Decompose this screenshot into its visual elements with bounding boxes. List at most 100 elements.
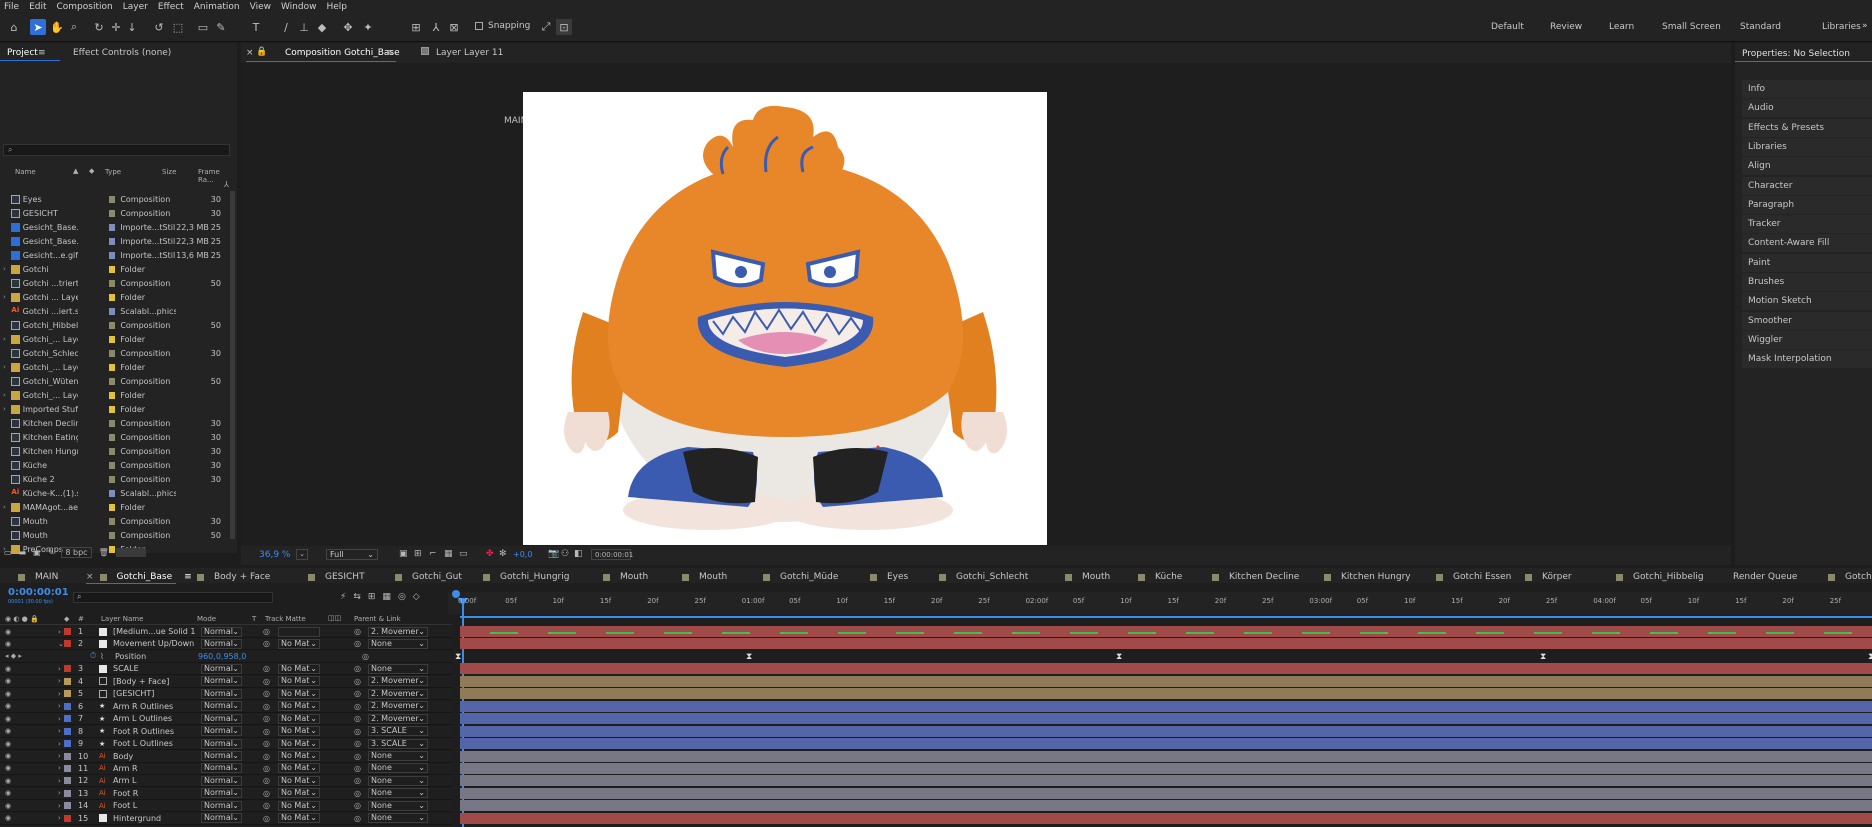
timeline-tab-k-rper[interactable]: Körper	[1525, 572, 1572, 582]
tab-project[interactable]: Project	[7, 48, 38, 58]
layer-duration-bar[interactable]	[460, 725, 1872, 737]
layer-row[interactable]: ◉ › 15 Hintergrund Normal ⌄ ◎ No Mat ⌄ ◎ None ⌄	[0, 812, 452, 825]
layer-name[interactable]: Foot L Outlines	[113, 739, 195, 748]
timeline-tab-render-queue[interactable]: Render Queue	[1733, 572, 1797, 582]
visibility-eye-icon[interactable]: ◉	[5, 752, 11, 760]
project-scrollbar[interactable]	[230, 191, 235, 539]
matte-link-icon[interactable]: ◎	[263, 764, 270, 773]
timeline-tab-body-face[interactable]: Body + Face	[197, 572, 270, 582]
col-size[interactable]: Size	[162, 168, 176, 176]
project-item[interactable]: Mouth Composition 50	[0, 528, 230, 542]
label-color[interactable]	[108, 251, 116, 259]
pickwhip-icon[interactable]: ◎	[354, 776, 361, 785]
timeline-tab-gotch[interactable]: Gotch	[1828, 572, 1872, 582]
shy-icon[interactable]: ⇆	[353, 592, 361, 602]
layer-label-color[interactable]	[64, 764, 71, 772]
rectangle-tool-icon[interactable]: ▭	[195, 19, 211, 35]
close-tab-icon[interactable]: ×	[86, 572, 94, 582]
timeline-tab-gotchi-hungrig[interactable]: Gotchi_Hungrig	[483, 572, 569, 582]
panel-brushes[interactable]: Brushes	[1742, 273, 1872, 291]
stopwatch-icon[interactable]: ⏱	[90, 651, 96, 661]
pan-behind-icon[interactable]: ⬚	[170, 19, 186, 35]
panel-content-aware-fill[interactable]: Content-Aware Fill	[1742, 234, 1872, 253]
keyframe-icon[interactable]: ⧗	[1540, 652, 1546, 662]
project-item[interactable]: › Gotchi ... Layers Folder	[0, 290, 230, 304]
project-item[interactable]: AiGotchi ...iert.svg Scalabl...phics	[0, 304, 230, 318]
layer-duration-bar[interactable]	[460, 688, 1872, 700]
matte-link-icon[interactable]: ◎	[263, 739, 270, 748]
parent-select[interactable]: 3. SCALE ⌄	[368, 738, 428, 749]
transparency-grid-icon[interactable]: ⊞	[414, 549, 422, 559]
pickwhip-icon[interactable]: ◎	[354, 764, 361, 773]
rotate-tool-icon[interactable]: ↺	[151, 19, 167, 35]
track-matte-select[interactable]: No Mat ⌄	[278, 701, 320, 712]
project-item[interactable]: Gotchi ...triert 2 Composition 50	[0, 276, 230, 290]
twirl-arrow-icon[interactable]: ›	[58, 665, 61, 673]
layer-duration-bar[interactable]	[460, 800, 1872, 812]
panel-paint[interactable]: Paint	[1742, 253, 1872, 272]
motion-blur-icon[interactable]: ▦	[382, 592, 391, 602]
parent-select[interactable]: None ⌄	[368, 751, 428, 761]
pickwhip-icon[interactable]: ◎	[354, 814, 361, 823]
matte-link-icon[interactable]: ◎	[263, 801, 270, 810]
project-item[interactable]: Gesicht...e.gif Importe...tStill 13,6 MB 25	[0, 248, 230, 262]
blend-mode-select[interactable]: Normal ⌄	[201, 763, 242, 774]
pickwhip-icon[interactable]: ◎	[354, 727, 361, 736]
col-name[interactable]: Name	[15, 168, 36, 176]
project-item[interactable]: Mouth Composition 30	[0, 514, 230, 528]
timeline-tab-kitchen-hungry[interactable]: Kitchen Hungry	[1324, 572, 1411, 582]
visibility-eye-icon[interactable]: ◉	[5, 690, 11, 698]
layer-row[interactable]: ◉ › 1 [Medium...ue Solid 1] Normal ⌄ ◎ ◎ 2. Move…	[0, 626, 452, 638]
layer-duration-bar[interactable]	[460, 738, 1872, 750]
matte-link-icon[interactable]: ◎	[263, 689, 270, 698]
layer-name[interactable]: Hintergrund	[113, 814, 195, 823]
expand-arrow-icon[interactable]: ›	[3, 293, 6, 301]
dolly-camera-icon[interactable]: ↓	[124, 19, 140, 35]
menu-layer[interactable]: Layer	[123, 2, 148, 12]
layer-name[interactable]: Arm R Outlines	[113, 702, 195, 711]
current-time-field[interactable]: 0:00:00:01	[591, 549, 633, 560]
eraser-tool-icon[interactable]: ◆	[314, 19, 330, 35]
expand-arrow-icon[interactable]: ›	[3, 265, 6, 273]
project-item[interactable]: Kitchen Hungry Composition 30	[0, 444, 230, 458]
label-color[interactable]	[108, 419, 116, 427]
pickwhip-icon[interactable]: ◎	[354, 689, 361, 698]
track-matte-select[interactable]: No Mat ⌄	[278, 775, 320, 786]
blend-mode-select[interactable]: Normal ⌄	[201, 688, 242, 699]
clone-stamp-icon[interactable]: ⊥	[296, 19, 312, 35]
timeline-tab-gesicht[interactable]: GESICHT	[308, 572, 365, 582]
new-comp-icon[interactable]: ▣	[33, 548, 41, 557]
layer-label-color[interactable]	[64, 777, 71, 785]
layer-row[interactable]: ◉ › 3 SCALE Normal ⌄ ◎ No Mat ⌄ ◎ None ⌄	[0, 663, 452, 676]
label-color[interactable]	[108, 223, 116, 231]
layer-label-color[interactable]	[64, 802, 71, 810]
mask-visibility-icon[interactable]: ⌐	[429, 549, 437, 559]
world-axis-icon[interactable]: ⅄	[428, 19, 444, 35]
layer-label-color[interactable]	[64, 665, 71, 673]
panel-paragraph[interactable]: Paragraph	[1742, 195, 1872, 214]
matte-link-icon[interactable]: ◎	[263, 677, 270, 686]
timeline-tab-gotchi-schlecht[interactable]: Gotchi_Schlecht	[939, 572, 1028, 582]
parent-select[interactable]: 2. Movemer ⌄	[368, 701, 428, 712]
pickwhip-icon[interactable]: ◎	[354, 714, 361, 723]
timeline-tab-eyes[interactable]: Eyes	[870, 572, 908, 582]
layer-label-color[interactable]	[64, 690, 71, 698]
project-item[interactable]: Gotchi_Schlecht Composition 30	[0, 346, 230, 360]
snapshot-icon[interactable]: 📷	[548, 549, 559, 559]
layer-label-color[interactable]	[64, 702, 71, 710]
visibility-eye-icon[interactable]: ◉	[5, 727, 11, 735]
color-management-icon[interactable]: ✻	[499, 549, 507, 559]
layer-name[interactable]: Foot R	[113, 789, 195, 798]
layer-row[interactable]: ◉ › 13 Ai Foot R Normal ⌄ ◎ No Mat ⌄ ◎ None ⌄	[0, 787, 452, 800]
property-row[interactable]: ◂ ◆ ▸ ⏱ ⌇ Position 960,0,958,0 ◎	[0, 650, 452, 663]
track-matte-select[interactable]: No Mat ⌄	[278, 751, 320, 761]
layer-row[interactable]: ◉ › 4 [Body + Face] Normal ⌄ ◎ No Mat ⌄ ◎ 2. Movem…	[0, 675, 452, 688]
panel-character[interactable]: Character	[1742, 176, 1872, 195]
timeline-tab-gotchi-hibbelig[interactable]: Gotchi_Hibbelig	[1616, 572, 1704, 582]
thumb-slider[interactable]	[115, 547, 146, 557]
pickwhip-icon[interactable]: ◎	[354, 789, 361, 798]
blend-mode-select[interactable]: Normal ⌄	[201, 800, 242, 811]
workspace-review[interactable]: Review	[1550, 22, 1582, 32]
tab-composition[interactable]: Composition Gotchi_Base	[285, 48, 400, 58]
layer-label-color[interactable]	[64, 752, 71, 760]
